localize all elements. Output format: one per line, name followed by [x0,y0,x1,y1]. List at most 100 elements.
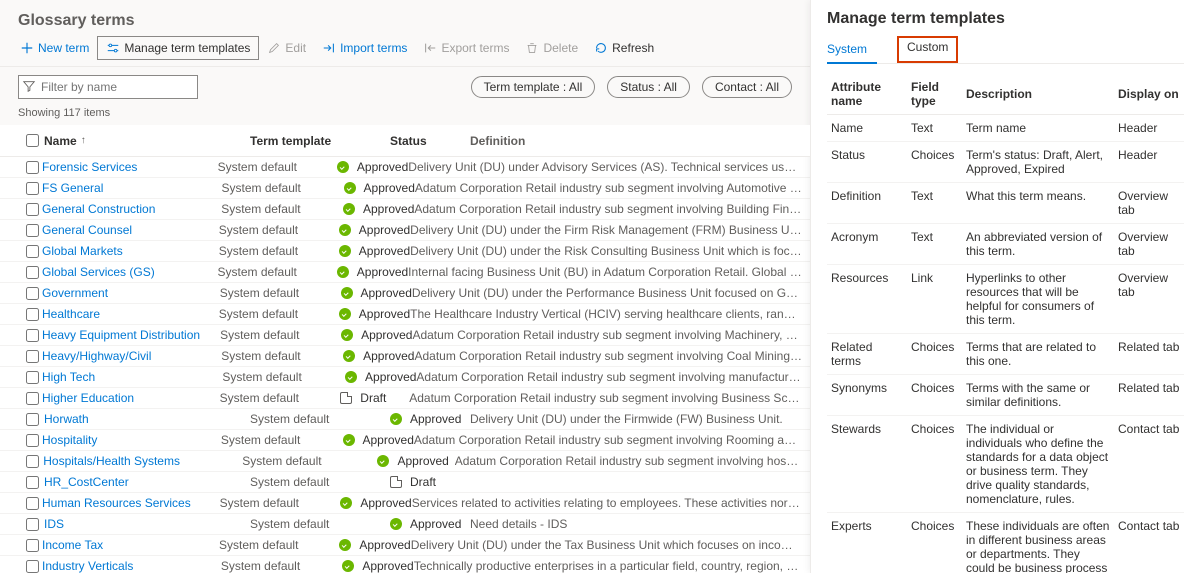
item-count: Showing 117 items [0,107,810,125]
term-link[interactable]: Global Markets [42,244,123,258]
row-checkbox[interactable] [26,266,39,279]
term-link[interactable]: Higher Education [42,391,134,405]
row-checkbox[interactable] [26,245,39,258]
row-definition: The Healthcare Industry Vertical (HCIV) … [410,307,810,321]
attr-field: Choices [907,513,962,573]
attr-name: Acronym [827,224,907,265]
tab-custom[interactable]: Custom [897,36,958,63]
row-definition: Technically productive enterprises in a … [414,559,810,573]
term-link[interactable]: High Tech [42,370,95,384]
attr-display: Contact tab [1114,416,1184,513]
term-link[interactable]: HR_CostCenter [44,475,129,489]
approved-icon [339,308,351,320]
approved-icon [339,224,351,236]
filter-by-name-input[interactable] [18,75,198,99]
row-status: Approved [339,538,410,552]
approved-icon [343,434,355,446]
row-definition: Internal facing Business Unit (BU) in Ad… [408,265,810,279]
col-def-header[interactable]: Definition [470,134,810,148]
row-status: Approved [337,265,408,279]
row-checkbox[interactable] [26,371,39,384]
row-checkbox[interactable] [26,329,39,342]
row-checkbox[interactable] [26,413,39,426]
filter-term-template[interactable]: Term template : All [471,76,596,98]
approved-icon [339,245,351,257]
attr-name: Stewards [827,416,907,513]
col-status-header[interactable]: Status [390,134,470,148]
manage-templates-button[interactable]: Manage term templates [97,36,259,60]
row-checkbox[interactable] [26,455,39,468]
new-term-button[interactable]: New term [12,37,97,59]
row-checkbox[interactable] [26,287,39,300]
table-row: Industry VerticalsSystem defaultApproved… [0,556,810,573]
select-all-checkbox[interactable] [26,134,39,147]
term-link[interactable]: Healthcare [42,307,100,321]
row-template: System default [220,496,341,510]
attr-display: Contact tab [1114,513,1184,573]
filter-status[interactable]: Status : All [607,76,690,98]
row-checkbox[interactable] [26,434,39,447]
filters-row: Term template : All Status : All Contact… [0,67,810,107]
approved-icon [390,518,402,530]
term-link[interactable]: Government [42,286,108,300]
attr-name: Synonyms [827,375,907,416]
tab-system[interactable]: System [827,36,877,64]
attr-desc: Term's status: Draft, Alert, Approved, E… [962,142,1114,183]
table-row: FS GeneralSystem defaultApprovedAdatum C… [0,178,810,199]
import-button[interactable]: Import terms [314,37,415,59]
delete-button[interactable]: Delete [517,37,586,59]
row-checkbox[interactable] [26,539,39,552]
term-link[interactable]: FS General [42,181,103,195]
row-checkbox[interactable] [26,392,39,405]
table-row: HealthcareSystem defaultApprovedThe Heal… [0,304,810,325]
term-link[interactable]: Heavy Equipment Distribution [42,328,200,342]
th-field: Field type [907,74,962,115]
term-link[interactable]: Heavy/Highway/Civil [42,349,151,363]
row-template: System default [218,160,337,174]
row-checkbox[interactable] [26,224,39,237]
term-link[interactable]: Income Tax [42,538,103,552]
row-status: Draft [390,475,470,489]
term-link[interactable]: Industry Verticals [42,559,133,573]
draft-icon [390,476,402,488]
term-link[interactable]: Global Services (GS) [42,265,155,279]
edit-button[interactable]: Edit [259,37,314,59]
term-link[interactable]: General Counsel [42,223,132,237]
row-checkbox[interactable] [26,308,39,321]
row-checkbox[interactable] [26,182,39,195]
row-template: System default [222,181,344,195]
table-row: GovernmentSystem defaultApprovedDelivery… [0,283,810,304]
row-template: System default [250,475,390,489]
row-checkbox[interactable] [26,518,39,531]
approved-icon [339,539,351,551]
row-checkbox[interactable] [26,560,39,573]
table-row: High TechSystem defaultApprovedAdatum Co… [0,367,810,388]
col-name-header[interactable]: Name ↑ [44,134,250,148]
row-template: System default [220,328,341,342]
row-checkbox[interactable] [26,476,39,489]
attr-row: NameTextTerm nameHeader [827,115,1184,142]
filter-contact[interactable]: Contact : All [702,76,792,98]
row-status: Approved [339,223,410,237]
row-definition: Need details - IDS [470,517,810,531]
term-link[interactable]: Human Resources Services [42,496,191,510]
row-checkbox[interactable] [26,161,39,174]
col-template-header[interactable]: Term template [250,134,390,148]
row-template: System default [219,223,339,237]
term-link[interactable]: Horwath [44,412,89,426]
row-template: System default [219,307,339,321]
term-link[interactable]: Hospitals/Health Systems [43,454,180,468]
refresh-button[interactable]: Refresh [586,37,662,59]
table-row: Hospitals/Health SystemsSystem defaultAp… [0,451,810,472]
term-link[interactable]: Forensic Services [42,160,137,174]
row-checkbox[interactable] [26,203,39,216]
row-checkbox[interactable] [26,350,39,363]
term-link[interactable]: General Construction [42,202,155,216]
row-template: System default [221,559,343,573]
term-link[interactable]: Hospitality [42,433,97,447]
export-button[interactable]: Export terms [415,37,517,59]
row-definition: Services related to activities relating … [412,496,810,510]
row-checkbox[interactable] [26,497,39,510]
table-row: HorwathSystem defaultApprovedDelivery Un… [0,409,810,430]
term-link[interactable]: IDS [44,517,64,531]
